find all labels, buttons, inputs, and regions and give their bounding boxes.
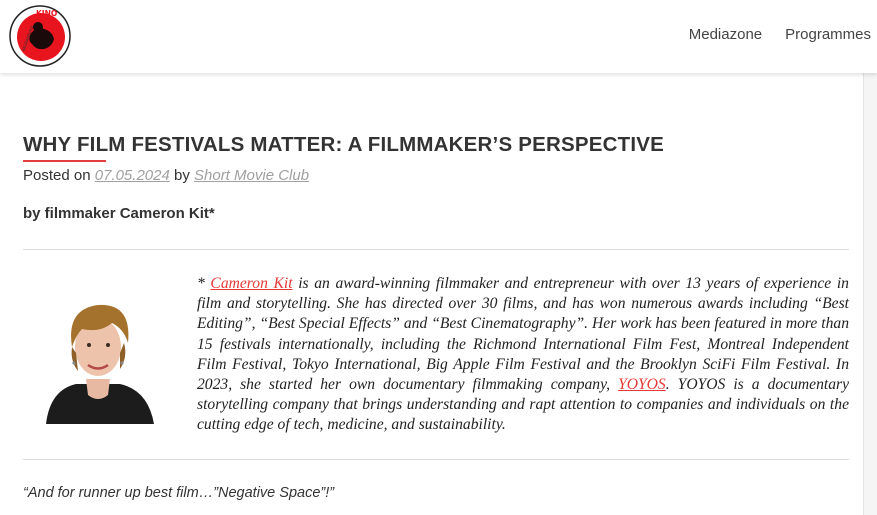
post-meta: Posted on 07.05.2024 by Short Movie Club — [23, 167, 309, 184]
nav-item-mediazone[interactable]: Mediazone — [689, 24, 762, 46]
author-photo — [38, 281, 158, 424]
bio-name-link[interactable]: Cameron Kit — [210, 275, 292, 292]
bio-asterisk: * — [197, 275, 211, 292]
author-bio: * Cameron Kit is an award-winning filmma… — [197, 274, 849, 436]
post-date-link[interactable]: 07.05.2024 — [95, 167, 170, 184]
title-underline — [23, 160, 106, 162]
posted-on-label: Posted on — [23, 167, 91, 184]
logo-text: KINO — [36, 9, 57, 18]
article-byline: by filmmaker Cameron Kit* — [23, 205, 215, 222]
divider-top — [23, 249, 849, 250]
kino-logo-icon: KINO VAGRAMNAYA — [9, 5, 71, 67]
post-title: WHY FILM FESTIVALS MATTER: A FILMMAKER’S… — [23, 133, 664, 156]
main-nav: Mediazone Programmes — [666, 24, 871, 46]
nav-item-programmes[interactable]: Programmes — [785, 24, 871, 46]
article-quote: “And for runner up best film…”Negative S… — [23, 485, 335, 501]
article-content: WHY FILM FESTIVALS MATTER: A FILMMAKER’S… — [0, 73, 864, 515]
bio-company-link[interactable]: YOYOS — [618, 376, 666, 393]
divider-bottom — [23, 459, 849, 460]
post-author-link[interactable]: Short Movie Club — [194, 167, 309, 184]
site-header: KINO VAGRAMNAYA Mediazone Programmes — [0, 0, 877, 73]
by-label: by — [173, 167, 190, 184]
site-logo[interactable]: KINO VAGRAMNAYA — [8, 5, 72, 67]
